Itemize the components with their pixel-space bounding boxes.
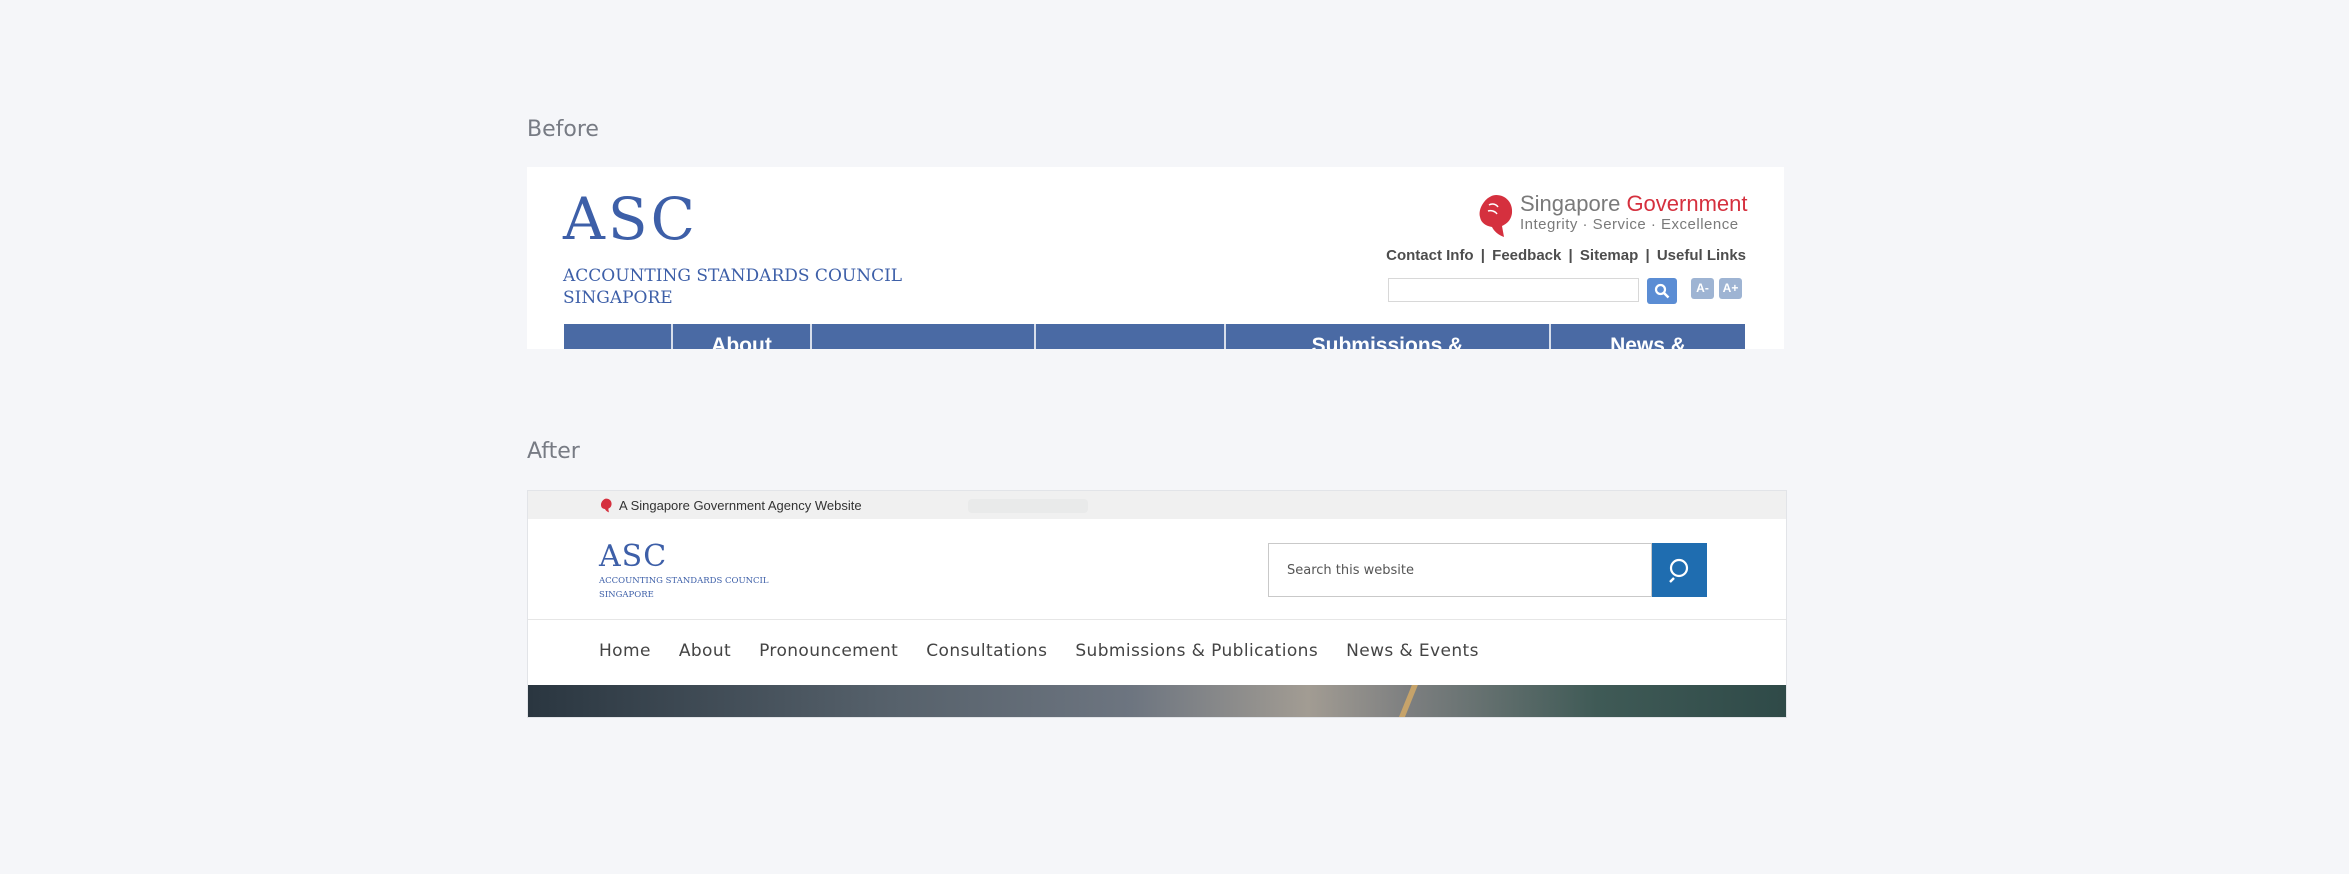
old-nav-bar: About Submissions & News & [564,324,1745,349]
hero-pen-detail [1398,685,1418,717]
old-logo-name-line2: SINGAPORE [563,288,673,308]
new-logo-mark: ASC [599,539,668,574]
link-feedback[interactable]: Feedback [1492,247,1561,264]
nav-consultations[interactable]: Consultations [926,641,1047,661]
gov-masthead: A Singapore Government Agency Website [528,491,1786,519]
nav-about[interactable]: About [679,641,731,661]
before-screenshot: ASC ACCOUNTING STANDARDS COUNCIL SINGAPO… [527,167,1784,349]
old-utility-links: Contact Info | Feedback | Sitemap | Usef… [1386,247,1746,264]
old-nav-news[interactable]: News & [1551,324,1745,349]
lion-head-icon [1479,195,1513,237]
old-nav-home[interactable] [564,324,673,349]
masthead-text[interactable]: A Singapore Government Agency Website [619,498,862,513]
link-separator: | [1480,247,1485,264]
header-divider [528,619,1786,620]
main-nav: Home About Pronouncement Consultations S… [599,641,1479,661]
search-icon [1654,283,1670,299]
search-input[interactable] [1269,544,1651,596]
link-separator: | [1645,247,1650,264]
gov-brand-word2: Government [1626,191,1748,216]
old-nav-submissions[interactable]: Submissions & [1226,324,1551,349]
old-nav-consultations[interactable] [1036,324,1226,349]
old-asc-logo[interactable]: ASC ACCOUNTING STANDARDS COUNCIL SINGAPO… [563,189,902,309]
link-separator: | [1568,247,1573,264]
new-logo-name-line2: SINGAPORE [599,590,654,600]
new-logo-name-line1: ACCOUNTING STANDARDS COUNCIL [599,576,769,586]
link-useful-links[interactable]: Useful Links [1657,247,1746,264]
search-field[interactable] [1268,543,1652,597]
search-icon [1669,558,1689,583]
old-nav-pronouncement[interactable] [812,324,1036,349]
after-screenshot: A Singapore Government Agency Website AS… [527,490,1787,718]
nav-home[interactable]: Home [599,641,651,661]
old-logo-mark: ASC [563,185,698,253]
after-label: After [527,439,580,464]
link-sitemap[interactable]: Sitemap [1580,247,1638,264]
link-contact-info[interactable]: Contact Info [1386,247,1474,264]
nav-pronouncement[interactable]: Pronouncement [759,641,898,661]
old-logo-name-line1: ACCOUNTING STANDARDS COUNCIL [563,266,903,286]
nav-submissions-publications[interactable]: Submissions & Publications [1075,641,1318,661]
new-asc-logo[interactable]: ASC ACCOUNTING STANDARDS COUNCIL SINGAPO… [599,541,769,601]
search-button[interactable] [1652,543,1707,597]
old-search-button[interactable] [1647,278,1677,304]
before-label: Before [527,117,599,142]
gov-brand-tagline: Integrity · Service · Excellence [1520,216,1739,233]
font-increase-button[interactable]: A+ [1719,278,1742,299]
singapore-government-brand[interactable]: Singapore Government Integrity · Service… [1476,191,1748,239]
font-decrease-button[interactable]: A- [1691,278,1714,299]
masthead-overlay [968,499,1088,513]
hero-banner-image [528,685,1786,717]
nav-news-events[interactable]: News & Events [1346,641,1479,661]
lion-head-icon [600,498,612,513]
old-search-input[interactable] [1388,278,1639,302]
gov-brand-word1: Singapore [1520,191,1621,216]
old-nav-about[interactable]: About [673,324,812,349]
